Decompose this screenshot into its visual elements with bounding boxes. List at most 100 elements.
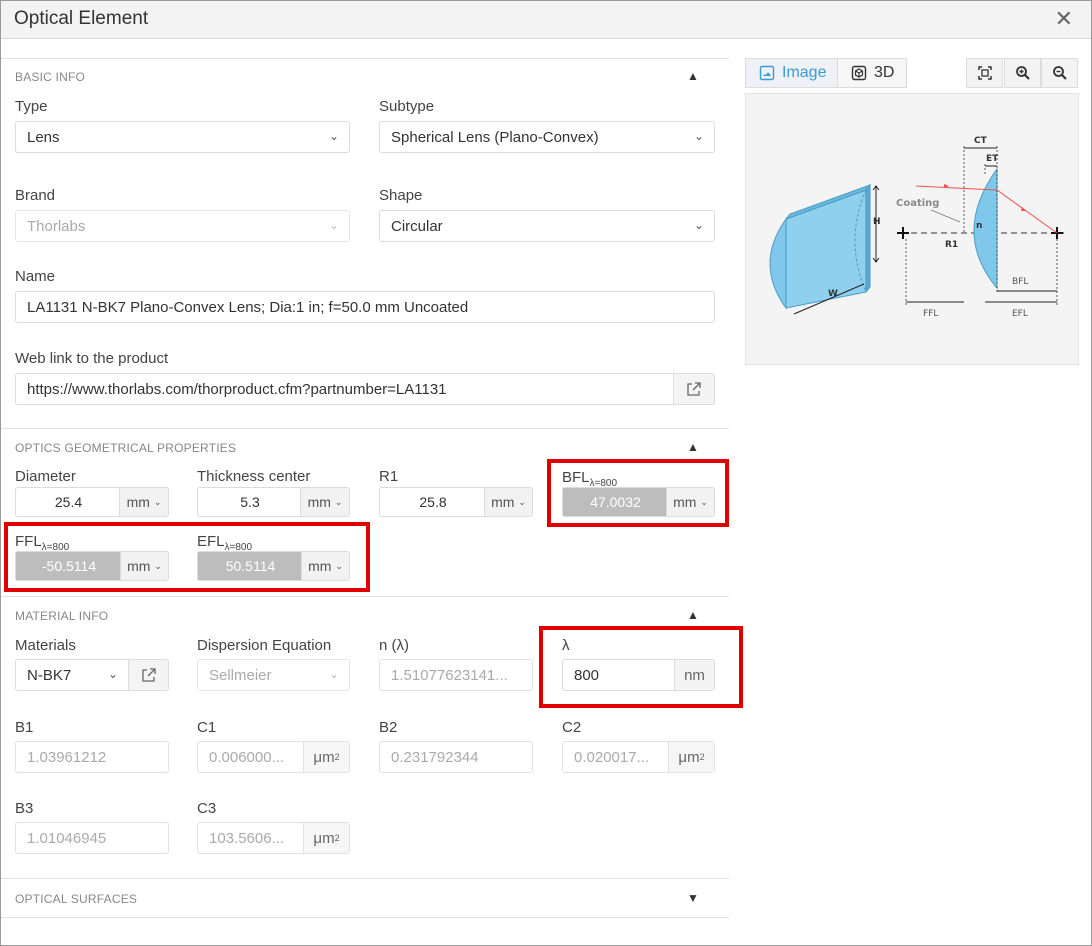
c3-value: 103.5606...: [209, 830, 285, 847]
unit-label: mm: [307, 494, 331, 510]
w-label: W: [828, 289, 838, 299]
unit-exponent: 2: [334, 752, 340, 762]
tab-image[interactable]: Image: [745, 58, 838, 88]
unit-label: μm: [678, 748, 700, 766]
b1-value: 1.03961212: [27, 749, 107, 766]
b2-field: 0.231792344: [379, 741, 533, 773]
tab-3d-label: 3D: [874, 64, 895, 81]
chevron-down-icon: ⌄: [328, 129, 339, 143]
c1-field: 0.006000... μm 2: [197, 741, 350, 773]
basic-info-header[interactable]: BASIC INFO ▲: [1, 58, 729, 94]
c2-unit: μm 2: [668, 742, 714, 772]
ffl-diagram-label: FFL: [923, 309, 938, 319]
chevron-down-icon[interactable]: ▼: [687, 891, 699, 905]
close-icon[interactable]: ✕: [1055, 6, 1073, 32]
optical-surfaces-header[interactable]: OPTICAL SURFACES ▼: [1, 880, 729, 916]
unit-select[interactable]: mm ⌄: [300, 488, 349, 516]
b3-label: B3: [15, 800, 34, 817]
materials-value: N-BK7: [27, 667, 72, 684]
tab-image-label: Image: [782, 64, 827, 81]
subtype-select[interactable]: Spherical Lens (Plano-Convex) ⌄: [379, 121, 715, 153]
fit-view-icon: [977, 66, 992, 80]
section-title: OPTICS GEOMETRICAL PROPERTIES: [15, 441, 237, 455]
chevron-up-icon[interactable]: ▲: [687, 608, 699, 622]
diameter-field[interactable]: 25.4 mm ⌄: [15, 487, 169, 517]
unit-label: μm: [313, 829, 335, 847]
c1-label: C1: [197, 719, 217, 736]
b1-label: B1: [15, 719, 34, 736]
chevron-up-icon[interactable]: ▲: [687, 440, 699, 454]
lambda-highlight: [539, 626, 743, 708]
c1-value: 0.006000...: [209, 749, 285, 766]
web-link-label: Web link to the product: [15, 350, 169, 367]
diameter-value[interactable]: 25.4: [16, 488, 121, 516]
b3-field: 1.01046945: [15, 822, 169, 854]
unit-exponent: 2: [699, 752, 705, 762]
unit-select[interactable]: mm ⌄: [484, 488, 532, 516]
unit-select[interactable]: mm ⌄: [119, 488, 168, 516]
zoom-out-icon: [1052, 66, 1067, 80]
h-label: H: [873, 217, 881, 227]
c3-unit: μm 2: [303, 823, 349, 853]
thickness-label: Thickness center: [197, 468, 311, 485]
bfl-highlight: [547, 459, 729, 527]
brand-select: Thorlabs ⌄: [15, 210, 350, 242]
dialog-title: Optical Element: [14, 8, 149, 29]
c1-unit: μm 2: [303, 742, 349, 772]
unit-label: mm: [491, 494, 515, 510]
name-input[interactable]: LA1131 N-BK7 Plano-Convex Lens; Dia:1 in…: [15, 291, 715, 323]
chevron-down-icon: ⌄: [107, 667, 118, 681]
chevron-up-icon[interactable]: ▲: [687, 69, 699, 83]
zoom-out-button[interactable]: [1041, 58, 1078, 88]
n-lambda-field: 1.51077623141...: [379, 659, 533, 691]
tab-3d[interactable]: 3D: [837, 58, 907, 88]
efl-diagram-label: EFL: [1012, 309, 1028, 319]
chevron-down-icon: ⌄: [693, 218, 704, 232]
c2-label: C2: [562, 719, 582, 736]
dispersion-label: Dispersion Equation: [197, 637, 332, 654]
brand-label: Brand: [15, 187, 56, 204]
b2-value: 0.231792344: [391, 749, 479, 766]
c2-value: 0.020017...: [574, 749, 650, 766]
n-lambda-label: n (λ): [379, 637, 409, 654]
chevron-down-icon: ⌄: [693, 129, 704, 143]
thickness-field[interactable]: 5.3 mm ⌄: [197, 487, 350, 517]
fit-view-button[interactable]: [966, 58, 1003, 88]
coating-label: Coating: [896, 198, 939, 209]
thickness-value[interactable]: 5.3: [198, 488, 302, 516]
section-title: BASIC INFO: [15, 70, 86, 84]
image-icon: [759, 65, 775, 81]
et-label: ET: [986, 154, 999, 164]
b3-value: 1.01046945: [27, 830, 107, 847]
web-link-value: https://www.thorlabs.com/thorproduct.cfm…: [27, 381, 447, 398]
zoom-in-button[interactable]: [1004, 58, 1041, 88]
ffl-efl-highlight: [4, 522, 370, 592]
unit-label: μm: [313, 748, 335, 766]
shape-value: Circular: [391, 218, 443, 235]
r1-diagram-label: R1: [945, 240, 958, 250]
shape-label: Shape: [379, 187, 423, 204]
chevron-down-icon: ⌄: [328, 218, 339, 232]
open-link-button[interactable]: [673, 373, 715, 405]
chevron-down-icon: ⌄: [153, 496, 162, 507]
type-select[interactable]: Lens ⌄: [15, 121, 350, 153]
subtype-value: Spherical Lens (Plano-Convex): [391, 129, 599, 146]
dispersion-value: Sellmeier: [209, 667, 272, 684]
section-title: MATERIAL INFO: [15, 609, 109, 623]
name-label: Name: [15, 268, 56, 285]
n-label: n: [976, 221, 982, 231]
open-material-button[interactable]: [128, 659, 169, 691]
r1-value[interactable]: 25.8: [380, 488, 486, 516]
shape-select[interactable]: Circular ⌄: [379, 210, 715, 242]
optical-element-dialog: Optical Element ✕ BASIC INFO ▲ Type Lens…: [0, 0, 1092, 946]
zoom-in-icon: [1015, 66, 1030, 80]
n-lambda-value: 1.51077623141...: [391, 667, 508, 684]
materials-select[interactable]: N-BK7 ⌄: [15, 659, 129, 691]
lens-diagram: H W CT ET Coating n R1 BFL FFL EFL: [769, 136, 1064, 319]
c2-field: 0.020017... μm 2: [562, 741, 715, 773]
web-link-input[interactable]: https://www.thorlabs.com/thorproduct.cfm…: [15, 373, 715, 405]
r1-field[interactable]: 25.8 mm ⌄: [379, 487, 533, 517]
r1-label: R1: [379, 468, 399, 485]
type-value: Lens: [27, 129, 60, 146]
diameter-label: Diameter: [15, 468, 76, 485]
